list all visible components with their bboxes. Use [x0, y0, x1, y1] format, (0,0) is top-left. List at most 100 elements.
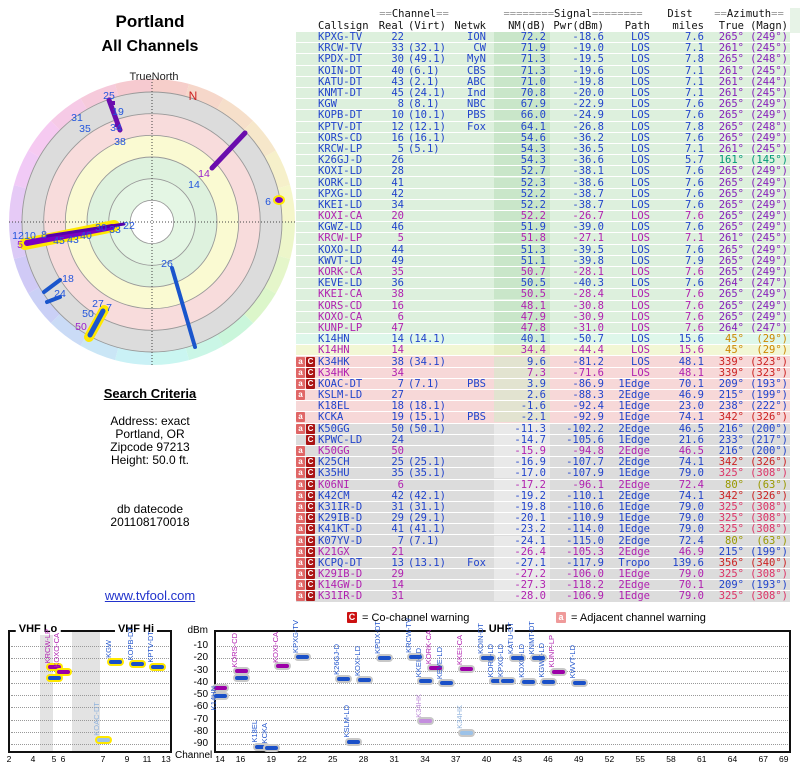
- azimuth-magnetic: (248°): [750, 121, 788, 132]
- virtual-channel: (49.1): [408, 54, 446, 65]
- dbm-gridline: [217, 658, 788, 660]
- path: LOS: [631, 155, 650, 166]
- path: LOS: [631, 43, 650, 54]
- warning-marker-c-slot: [306, 43, 316, 53]
- virtual-channel: (41.1): [408, 524, 446, 535]
- power: -114.0: [566, 524, 604, 535]
- azimuth-magnetic: (193°): [750, 378, 788, 389]
- channel-tick-label: 9: [124, 754, 130, 764]
- table-row: a C K07YV-D 7 (7.1) -24.1 -115.0 2Edge 72.4 80° (6…: [296, 535, 790, 547]
- azimuth-true: 265°: [718, 244, 744, 255]
- warning-marker-c-slot: [306, 155, 316, 165]
- real-channel: 22: [391, 32, 404, 43]
- power: -36.5: [572, 143, 604, 154]
- real-channel: 14: [391, 345, 404, 356]
- callsign: K26GJ-D: [318, 155, 363, 166]
- azimuth-true: 216°: [718, 423, 744, 434]
- distance: 7.6: [685, 132, 704, 143]
- real-channel: 27: [391, 390, 404, 401]
- group-dist: Dist: [667, 8, 693, 20]
- azimuth-magnetic: (249°): [750, 132, 788, 143]
- warning-marker-a-slot: [296, 334, 306, 344]
- band-section-label: UHF: [485, 623, 515, 635]
- warning-marker-a-slot: a: [296, 423, 306, 434]
- noise-margin: 66.0: [494, 110, 550, 121]
- virtual-channel: (7.1): [408, 378, 440, 389]
- network: CW: [473, 43, 486, 54]
- path: 1Edge: [618, 524, 650, 535]
- dbm-tick-label: -60: [193, 701, 208, 713]
- co-channel-warning-badge: C: [306, 457, 315, 468]
- dbm-gridline: [11, 707, 169, 709]
- co-channel-warning-badge: C: [306, 423, 315, 434]
- dbm-gridline: [217, 707, 788, 709]
- real-channel: 29: [391, 569, 404, 580]
- warning-marker-a-slot: [296, 166, 306, 176]
- real-channel: 40: [391, 65, 404, 76]
- co-channel-warning-badge: C: [306, 591, 315, 602]
- channel-tick-label: 43: [512, 754, 522, 764]
- callsign: K21GX: [318, 546, 350, 557]
- radar-channel-label: 6: [265, 196, 271, 208]
- adjacent-warning-badge: a: [296, 390, 305, 401]
- tvfool-link[interactable]: www.tvfool.com: [105, 588, 195, 603]
- power: -107.7: [566, 457, 604, 468]
- warning-marker-a-slot: a: [296, 546, 306, 557]
- table-row: KKEI-LD 34 52.2 -38.7 LOS 7.6 265° (249°): [296, 199, 790, 211]
- real-channel: 16: [391, 300, 404, 311]
- callsign: KOAC-DT: [318, 378, 363, 389]
- path: LOS: [631, 166, 650, 177]
- distance: 74.1: [678, 457, 704, 468]
- table-row: a C K41KT-D 41 (41.1) -23.2 -114.0 1Edge 79.0 325…: [296, 524, 790, 536]
- warning-marker-a-slot: a: [296, 468, 306, 479]
- warning-marker-c-slot: C: [306, 479, 316, 490]
- callsign: K14HN: [318, 334, 350, 345]
- dbm-gridline: [11, 744, 169, 745]
- noise-margin: 9.6: [494, 356, 550, 367]
- azimuth-magnetic: (249°): [750, 222, 788, 233]
- distance: 5.7: [685, 155, 704, 166]
- warning-marker-c-slot: [306, 412, 316, 422]
- warning-marker-a-slot: [296, 245, 306, 255]
- table-row: KOXO-CA 6 47.9 -30.9 LOS 7.6 265° (249°): [296, 311, 790, 323]
- azimuth-true: 264°: [718, 278, 744, 289]
- distance: 79.0: [678, 513, 704, 524]
- distance: 79.0: [678, 501, 704, 512]
- radar-ring: [129, 199, 175, 245]
- noise-margin: 48.1: [494, 300, 550, 311]
- table-row: KPDX-DT 30 (49.1) MyN 71.3 -19.5 LOS 7.8 265° (24…: [296, 54, 790, 66]
- group-signal: ========Signal========: [503, 8, 643, 20]
- warning-marker-a-slot: a: [296, 457, 306, 468]
- path: LOS: [631, 132, 650, 143]
- warning-marker-a-slot: [296, 233, 306, 243]
- dbm-tick-label: -50: [193, 689, 208, 700]
- path: 2Edge: [618, 535, 650, 546]
- table-row: KOPB-DT 10 (10.1) PBS 66.0 -24.9 LOS 7.6 265° (24…: [296, 110, 790, 122]
- callsign: KPTV-DT: [318, 121, 363, 132]
- callsign: KOXI-LD: [318, 166, 363, 177]
- azimuth-magnetic: (247°): [750, 278, 788, 289]
- table-row: KORS-CD 16 (16.1) 54.6 -36.2 LOS 7.6 265° (249°): [296, 132, 790, 144]
- channel-tick-label: 69: [779, 754, 789, 764]
- radar-channel-label: 27: [92, 298, 104, 310]
- table-row: a C K14GW-D 14 -27.3 -118.2 2Edge 70.1 209° (193°…: [296, 580, 790, 592]
- radar-channel-label: 26: [161, 258, 173, 270]
- dbm-gridline: [11, 719, 169, 721]
- channel-tick-label: 55: [635, 754, 645, 764]
- real-channel: 44: [391, 244, 404, 255]
- channel-tick-label: 6: [60, 754, 66, 764]
- distance: 7.6: [685, 278, 704, 289]
- adjacent-warning-badge: a: [296, 367, 305, 378]
- azimuth-true: 265°: [718, 267, 744, 278]
- channel-tick-label: 34: [420, 754, 430, 764]
- warning-marker-c-slot: [306, 110, 316, 120]
- callsign: K50GG: [318, 423, 350, 434]
- warning-marker-a-slot: a: [296, 501, 306, 512]
- azimuth-magnetic: (249°): [750, 311, 788, 322]
- azimuth-magnetic: (326°): [750, 457, 788, 468]
- azimuth-magnetic: (63°): [756, 535, 788, 546]
- radar-channel-label: 24: [54, 288, 66, 300]
- virtual-channel: (18.1): [408, 401, 446, 412]
- warning-marker-a-slot: a: [296, 390, 306, 401]
- co-channel-legend-text: = Co-channel warning: [362, 612, 470, 624]
